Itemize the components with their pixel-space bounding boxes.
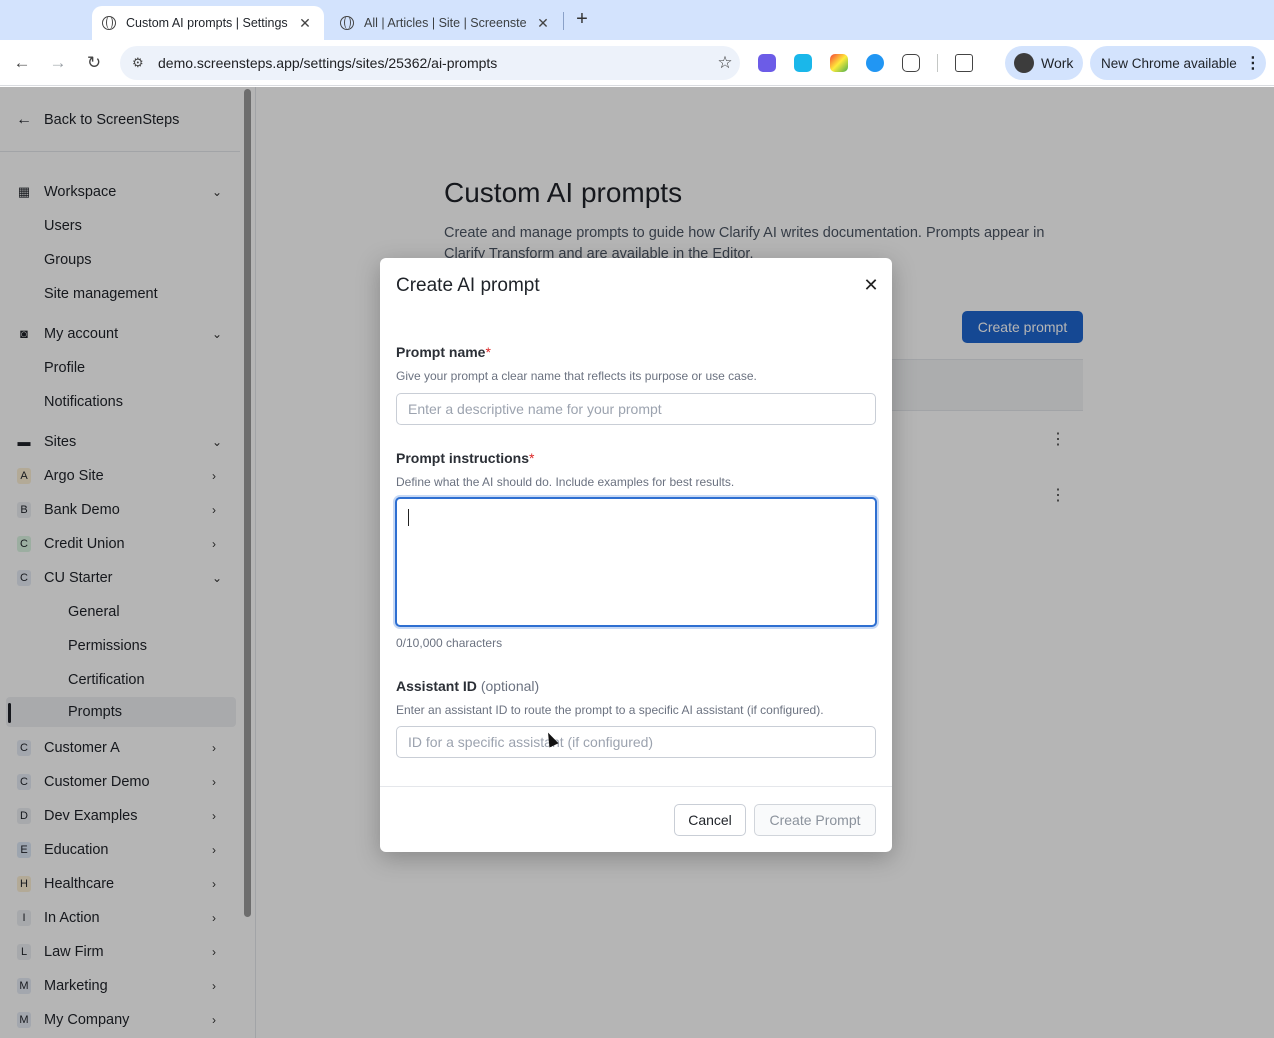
label-text: Prompt name [396,344,486,360]
vimeo-icon[interactable] [794,54,812,72]
assistant-id-label: Assistant ID (optional) [396,678,539,694]
label-text: Prompt instructions [396,450,530,466]
footer-divider [380,786,892,787]
optional-marker: (optional) [480,678,540,694]
browser-toolbar: ← → ↻ ⚙ demo.screensteps.app/settings/si… [0,40,1274,86]
profile-label: Work [1041,55,1074,71]
site-info-icon[interactable]: ⚙ [132,55,154,71]
prompt-instructions-textarea[interactable] [395,497,877,627]
extensions-puzzle-icon[interactable] [902,54,920,72]
globe-icon [102,16,116,30]
chrome-update-button[interactable]: New Chrome available ⋮ [1090,46,1266,80]
forward-arrow-icon[interactable]: → [45,50,71,76]
bookmark-star-icon[interactable]: ☆ [710,53,740,73]
label-text: Assistant ID [396,678,477,694]
tab-custom-ai-prompts[interactable]: Custom AI prompts | Settings ✕ [92,6,324,40]
close-tab-icon[interactable]: ✕ [534,15,552,32]
extension-blue-icon[interactable] [866,54,884,72]
extension-color-icon[interactable] [830,54,848,72]
address-bar[interactable]: ⚙ demo.screensteps.app/settings/sites/25… [120,46,740,80]
prompt-name-input[interactable] [396,393,876,425]
create-prompt-submit-button[interactable]: Create Prompt [754,804,876,836]
prompt-name-hint: Give your prompt a clear name that refle… [396,369,757,383]
create-ai-prompt-dialog: Create AI prompt ✕ Prompt name* Give you… [380,258,892,852]
profile-chip[interactable]: Work [1005,46,1083,80]
tab-search-icon[interactable] [955,54,973,72]
tab-title: Custom AI prompts | Settings [126,16,288,30]
assistant-id-input[interactable] [396,726,876,758]
close-tab-icon[interactable]: ✕ [296,15,314,32]
more-menu-icon[interactable]: ⋮ [1245,53,1261,73]
reload-icon[interactable]: ↻ [81,50,107,76]
avatar [1014,53,1034,73]
character-counter: 0/10,000 characters [396,636,503,650]
back-arrow-icon[interactable]: ← [9,50,35,76]
tab-title: All | Articles | Site | Screenste [364,16,527,30]
text-caret [408,509,409,526]
update-label: New Chrome available [1101,55,1237,71]
browser-tab-bar: Custom AI prompts | Settings ✕ All | Art… [0,0,1274,40]
required-marker: * [485,344,491,360]
extension-purple-icon[interactable] [758,54,776,72]
assistant-id-hint: Enter an assistant ID to route the promp… [396,703,824,717]
required-marker: * [529,450,535,466]
prompt-instructions-label: Prompt instructions* [396,450,534,466]
tab-articles[interactable]: All | Articles | Site | Screenste ✕ [330,6,562,40]
globe-icon [340,16,354,30]
prompt-name-label: Prompt name* [396,344,491,360]
tab-separator [563,12,564,30]
dialog-title: Create AI prompt [396,275,540,296]
close-icon[interactable]: ✕ [862,276,880,294]
cancel-button[interactable]: Cancel [674,804,746,836]
prompt-instructions-hint: Define what the AI should do. Include ex… [396,475,735,489]
toolbar-separator [937,54,938,72]
new-tab-icon[interactable]: + [572,8,592,31]
url-text: demo.screensteps.app/settings/sites/2536… [158,55,498,71]
